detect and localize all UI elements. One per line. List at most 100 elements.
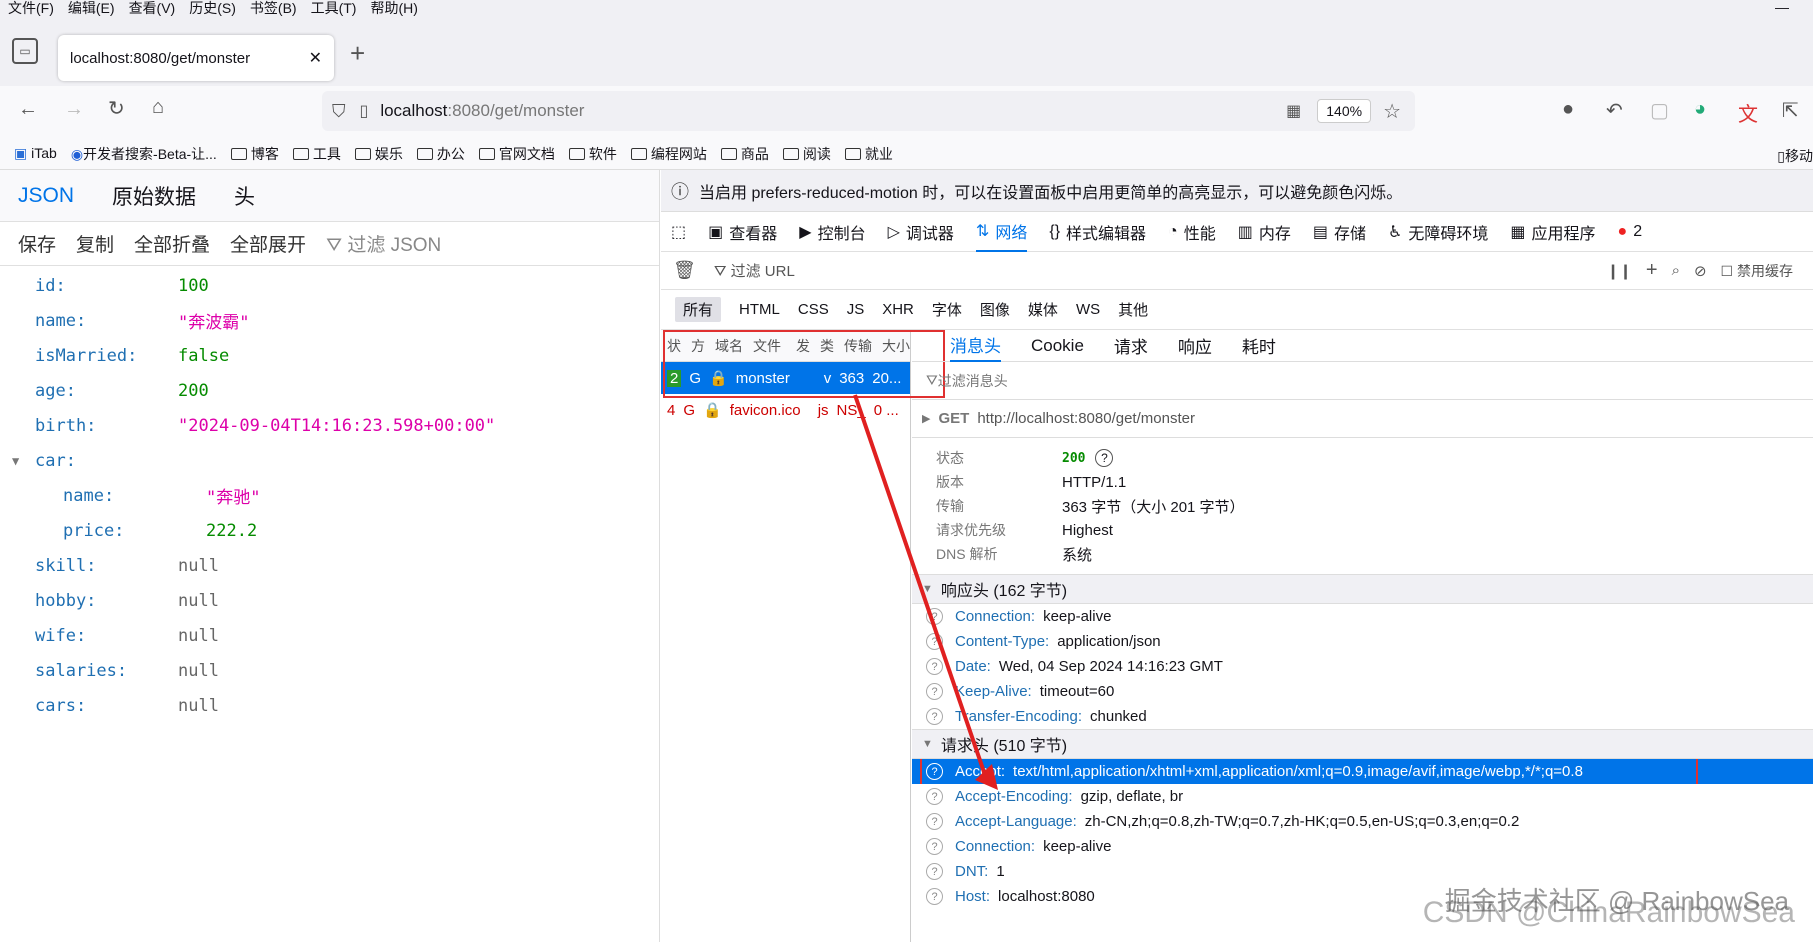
help-icon[interactable]: ? xyxy=(926,838,943,855)
bookmark-fun[interactable]: 娱乐 xyxy=(354,144,403,164)
pause-icon[interactable]: ❙❙ xyxy=(1607,262,1632,280)
new-tab-icon[interactable]: + xyxy=(350,38,365,69)
url-bar[interactable]: ⛉ ▯ localhost :8080/get/monster ▦ 140% ☆ xyxy=(322,91,1415,131)
qr-code-icon[interactable]: ▦ xyxy=(1286,101,1301,121)
zoom-level[interactable]: 140% xyxy=(1317,99,1372,123)
bookmark-docs[interactable]: 官网文档 xyxy=(478,144,555,164)
tab-raw-data[interactable]: 原始数据 xyxy=(112,181,196,211)
response-headers-section[interactable]: ▼ 响应头 (162 字节) xyxy=(912,574,1813,604)
type-all[interactable]: 所有 xyxy=(675,297,722,322)
bookmark-mobile[interactable]: ▯移动 xyxy=(1777,146,1813,166)
minimize-icon[interactable]: — xyxy=(1775,0,1789,14)
caret-down-icon[interactable]: ▼ xyxy=(12,454,35,468)
type-other[interactable]: 其他 xyxy=(1118,299,1148,320)
shield-icon[interactable]: ⛉ xyxy=(332,101,346,122)
collapse-all-button[interactable]: 全部折叠 xyxy=(134,230,210,257)
help-icon[interactable]: ? xyxy=(926,633,943,650)
header-row[interactable]: ? Date: Wed, 04 Sep 2024 14:16:23 GMT xyxy=(912,654,1813,679)
search-icon[interactable]: ⌕ xyxy=(1672,262,1680,279)
tab-storage[interactable]: ▤ 存储 xyxy=(1313,212,1366,252)
help-icon[interactable]: ? xyxy=(926,658,943,675)
tab-timings[interactable]: 耗时 xyxy=(1242,333,1276,358)
type-css[interactable]: CSS xyxy=(798,301,829,318)
header-row[interactable]: ? Keep-Alive: timeout=60 xyxy=(912,679,1813,704)
close-tab-icon[interactable]: ✕ xyxy=(309,48,322,68)
forward-icon[interactable]: → xyxy=(64,98,84,121)
filter-json-input[interactable]: ⛛ 过滤 JSON xyxy=(326,230,441,257)
header-row[interactable]: ? Content-Type: application/json xyxy=(912,629,1813,654)
home-icon[interactable]: ⌂ xyxy=(152,96,164,119)
tab-headers[interactable]: 头 xyxy=(234,181,255,211)
bookmark-itab[interactable]: ▣ iTab xyxy=(14,145,57,162)
tab-console[interactable]: ▶ 控制台 xyxy=(799,212,865,252)
bookmark-software[interactable]: 软件 xyxy=(568,144,617,164)
globe-extension-icon[interactable]: ◕ xyxy=(1694,98,1706,121)
help-icon[interactable]: ? xyxy=(926,608,943,625)
tab-active[interactable]: localhost:8080/get/monster ✕ xyxy=(58,35,334,81)
tab-inspector[interactable]: ▣ 查看器 xyxy=(708,212,777,252)
help-icon[interactable]: ? xyxy=(926,888,943,905)
tab-request[interactable]: 请求 xyxy=(1114,333,1148,358)
tab-debugger[interactable]: ▷ 调试器 xyxy=(888,212,954,252)
save-button[interactable]: 保存 xyxy=(18,230,56,257)
request-headers-section[interactable]: ▼ 请求头 (510 字节) xyxy=(912,729,1813,759)
header-row-selected[interactable]: ? Accept: text/html,application/xhtml+xml,… xyxy=(912,759,1813,784)
tab-json[interactable]: JSON xyxy=(18,184,74,208)
help-icon[interactable]: ? xyxy=(926,708,943,725)
menu-view[interactable]: 查看(V) xyxy=(129,1,176,15)
tab-accessibility[interactable]: ♿ 无障碍环境 xyxy=(1388,212,1488,252)
help-icon[interactable]: ? xyxy=(926,863,943,880)
share-icon[interactable]: ⇱ xyxy=(1782,98,1799,123)
tab-overview-icon[interactable]: ▭ xyxy=(12,38,38,64)
type-html[interactable]: HTML xyxy=(739,301,780,318)
bookmark-job[interactable]: 就业 xyxy=(844,144,893,164)
bookmark-devsearch[interactable]: ◉开发者搜索-Beta-让... xyxy=(71,144,217,164)
error-count-badge[interactable]: ● 2 xyxy=(1618,212,1643,252)
disable-cache-checkbox[interactable]: ☐ 禁用缓存 xyxy=(1721,261,1793,281)
copy-button[interactable]: 复制 xyxy=(76,230,114,257)
tab-performance[interactable]: ◔ 性能 xyxy=(1168,212,1216,252)
header-row[interactable]: ? Connection: keep-alive xyxy=(912,834,1813,859)
type-fonts[interactable]: 字体 xyxy=(932,299,962,320)
filter-headers-input[interactable]: ⛛ 过滤消息头 xyxy=(912,362,1813,400)
help-icon[interactable]: ? xyxy=(926,813,943,830)
tab-network[interactable]: ⇅ 网络 xyxy=(975,212,1028,252)
bookmark-tools[interactable]: 工具 xyxy=(292,144,341,164)
add-icon[interactable]: + xyxy=(1646,259,1658,282)
trash-icon[interactable]: 🗑 xyxy=(673,260,696,281)
help-icon[interactable]: ? xyxy=(1095,449,1114,467)
extension-avatar-icon[interactable]: ● xyxy=(1562,98,1574,121)
filter-url-input[interactable]: ⛛ 过滤 URL xyxy=(714,260,795,281)
header-row[interactable]: ? Accept-Encoding: gzip, deflate, br xyxy=(912,784,1813,809)
type-ws[interactable]: WS xyxy=(1076,301,1100,318)
bookmark-blog[interactable]: 博客 xyxy=(230,144,279,164)
help-icon[interactable]: ? xyxy=(926,683,943,700)
block-icon[interactable]: ⊘ xyxy=(1694,262,1707,280)
type-xhr[interactable]: XHR xyxy=(882,301,914,318)
header-row[interactable]: ? Transfer-Encoding: chunked xyxy=(912,704,1813,729)
type-images[interactable]: 图像 xyxy=(980,299,1010,320)
request-row[interactable]: 4 G 🔒 favicon.ico js NS_ 0 ... xyxy=(661,394,910,426)
header-row[interactable]: ? Connection: keep-alive xyxy=(912,604,1813,629)
menu-file[interactable]: 文件(F) xyxy=(8,1,54,15)
tab-memory[interactable]: ▥ 内存 xyxy=(1238,212,1291,252)
menu-help[interactable]: 帮助(H) xyxy=(370,1,417,15)
tab-cookie[interactable]: Cookie xyxy=(1031,336,1084,356)
translate-icon[interactable]: 文 xyxy=(1738,98,1758,127)
star-icon[interactable]: ☆ xyxy=(1383,99,1401,124)
menu-bookmarks[interactable]: 书签(B) xyxy=(250,1,297,15)
tab-headers[interactable]: 消息头 xyxy=(950,330,1001,362)
request-line[interactable]: ▶ GET http://localhost:8080/get/monster xyxy=(912,400,1813,438)
type-media[interactable]: 媒体 xyxy=(1028,299,1058,320)
json-row-car[interactable]: ▼ car: xyxy=(0,443,659,478)
element-picker-icon[interactable]: ⬚ xyxy=(671,212,686,252)
menu-edit[interactable]: 编辑(E) xyxy=(68,1,115,15)
tab-application[interactable]: ▦ 应用程序 xyxy=(1510,212,1595,252)
header-row[interactable]: ? Accept-Language: zh-CN,zh;q=0.8,zh-TW;q=… xyxy=(912,809,1813,834)
expand-all-button[interactable]: 全部展开 xyxy=(230,230,306,257)
undo-icon[interactable]: ↶ xyxy=(1606,98,1623,123)
back-icon[interactable]: ← xyxy=(18,98,38,121)
bookmark-office[interactable]: 办公 xyxy=(416,144,465,164)
menu-tools[interactable]: 工具(T) xyxy=(311,1,357,15)
reload-icon[interactable]: ↻ xyxy=(108,96,125,121)
